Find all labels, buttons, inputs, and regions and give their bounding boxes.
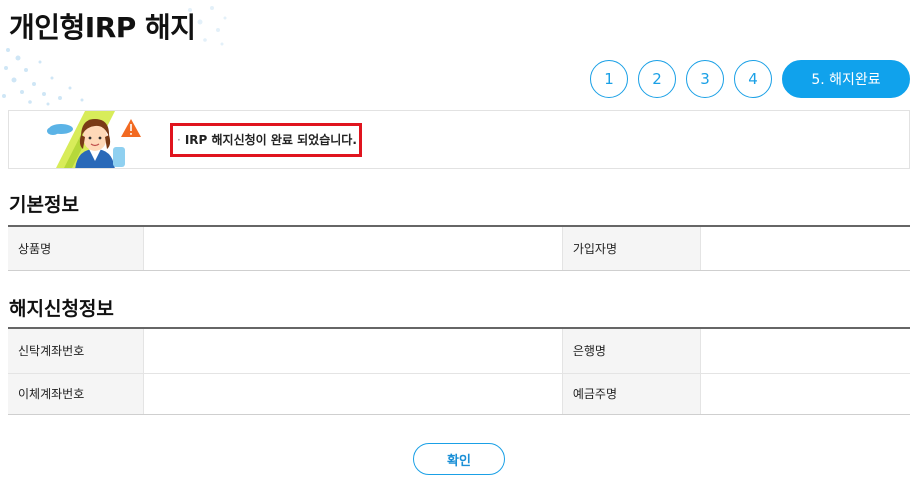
step-indicator: 1 2 3 4 5. 해지완료 xyxy=(590,60,910,98)
bank-label: 은행명 xyxy=(561,328,701,374)
product-label: 상품명 xyxy=(8,226,143,271)
completion-message: · IRP 해지신청이 완료 되었습니다. xyxy=(170,123,362,157)
table-row: 이체계좌번호 예금주명 xyxy=(8,373,910,415)
step-3: 3 xyxy=(686,60,724,98)
subscriber-value xyxy=(699,226,910,271)
subscriber-label: 가입자명 xyxy=(561,226,701,271)
basic-info-title: 기본정보 xyxy=(9,194,79,216)
step-4: 4 xyxy=(734,60,772,98)
product-value xyxy=(142,226,563,271)
cancel-info-title: 해지신청정보 xyxy=(9,298,114,320)
table-row: 상품명 가입자명 xyxy=(8,226,910,271)
message-bullet: · xyxy=(177,133,181,147)
agent-illustration xyxy=(47,111,141,168)
transfer-account-value xyxy=(142,373,563,415)
completion-notice: · IRP 해지신청이 완료 되었습니다. xyxy=(8,110,910,169)
table-row: 신탁계좌번호 은행명 xyxy=(8,328,910,374)
step-1: 1 xyxy=(590,60,628,98)
step-2: 2 xyxy=(638,60,676,98)
trust-account-value xyxy=(142,328,563,374)
depositor-value xyxy=(699,373,910,415)
confirm-button[interactable]: 확인 xyxy=(413,443,505,475)
bank-value xyxy=(699,328,910,374)
basic-info-table: 상품명 가입자명 xyxy=(8,225,910,271)
transfer-account-label: 이체계좌번호 xyxy=(8,373,143,415)
depositor-label: 예금주명 xyxy=(561,373,701,415)
cancel-info-table: 신탁계좌번호 은행명 이체계좌번호 예금주명 xyxy=(8,327,910,415)
page-title: 개인형IRP 해지 xyxy=(9,11,196,44)
trust-account-label: 신탁계좌번호 xyxy=(8,328,143,374)
completion-message-text: IRP 해지신청이 완료 되었습니다. xyxy=(184,133,357,147)
step-5-active: 5. 해지완료 xyxy=(782,60,910,98)
